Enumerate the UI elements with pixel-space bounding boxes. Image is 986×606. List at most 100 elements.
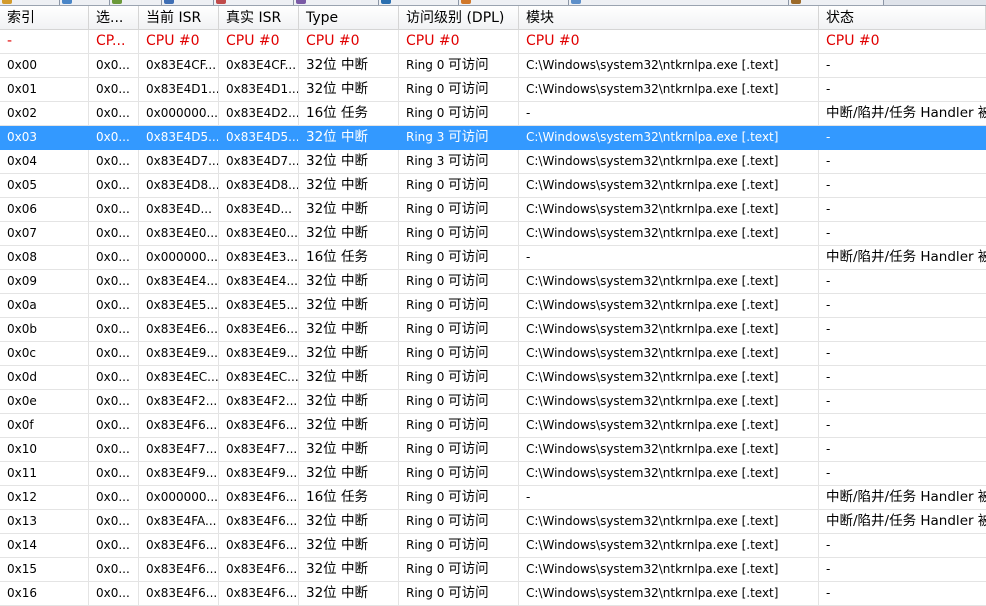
column-header-current-isr[interactable]: 当前 ISR bbox=[139, 6, 219, 29]
ring-level: Ring 0 bbox=[406, 298, 445, 312]
table-row[interactable]: 0x10 0x0... 0x83E4F7... 0x83E4F7... 32位 中断 Ri… bbox=[0, 438, 986, 462]
tab-4[interactable] bbox=[214, 0, 294, 5]
cell-current-isr: 0x83E4D5... bbox=[139, 126, 219, 149]
tab-2[interactable] bbox=[110, 0, 162, 5]
cell-current-isr: 0x83E4D7... bbox=[139, 150, 219, 173]
cell-selector: 0x0... bbox=[89, 222, 139, 245]
cell-current-isr: 0x83E4E0... bbox=[139, 222, 219, 245]
table-row[interactable]: 0x02 0x0... 0x000000... 0x83E4D2... 16位 任务 Ri… bbox=[0, 102, 986, 126]
cell-real-isr: 0x83E4F6... bbox=[219, 510, 299, 533]
column-header-dpl[interactable]: 访问级别 (DPL) bbox=[399, 6, 519, 29]
cell-current-isr: 0x83E4F6... bbox=[139, 414, 219, 437]
access-text: 可访问 bbox=[448, 321, 489, 337]
ring-level: Ring 0 bbox=[406, 202, 445, 216]
cell-real-isr: 0x83E4D7... bbox=[219, 150, 299, 173]
cpu-cell: CPU #0 bbox=[139, 30, 219, 53]
table-row[interactable]: 0x11 0x0... 0x83E4F9... 0x83E4F9... 32位 中断 Ri… bbox=[0, 462, 986, 486]
cell-dpl: Ring 0 可访问 bbox=[399, 246, 519, 269]
table-row[interactable]: 0x12 0x0... 0x000000... 0x83E4F6... 16位 任务 Ri… bbox=[0, 486, 986, 510]
settings-icon bbox=[571, 0, 581, 4]
cpu-cell: CP... bbox=[89, 30, 139, 53]
tab-7[interactable] bbox=[459, 0, 569, 5]
table-row[interactable]: 0x0b 0x0... 0x83E4E6... 0x83E4E6... 32位 中断 Ri… bbox=[0, 318, 986, 342]
cell-type: 32位 中断 bbox=[299, 558, 399, 581]
table-row[interactable]: 0x00 0x0... 0x83E4CF... 0x83E4CF... 32位 中断 Ri… bbox=[0, 54, 986, 78]
access-text: 可访问 bbox=[448, 489, 489, 505]
cell-index: 0x08 bbox=[0, 246, 89, 269]
column-header-module[interactable]: 模块 bbox=[519, 6, 819, 29]
cell-status: - bbox=[826, 274, 831, 288]
cell-selector: 0x0... bbox=[89, 78, 139, 101]
access-text: 可访问 bbox=[448, 225, 489, 241]
ring-level: Ring 0 bbox=[406, 322, 445, 336]
tools-icon bbox=[791, 0, 801, 4]
access-text: 可访问 bbox=[448, 129, 489, 145]
table-row[interactable]: 0x16 0x0... 0x83E4F6... 0x83E4F6... 32位 中断 Ri… bbox=[0, 582, 986, 606]
table-row[interactable]: 0x0c 0x0... 0x83E4E9... 0x83E4E9... 32位 中断 Ri… bbox=[0, 342, 986, 366]
table-row[interactable]: 0x14 0x0... 0x83E4F6... 0x83E4F6... 32位 中断 Ri… bbox=[0, 534, 986, 558]
table-row[interactable]: 0x05 0x0... 0x83E4D8... 0x83E4D8... 32位 中断 Ri… bbox=[0, 174, 986, 198]
cell-type: 32位 中断 bbox=[299, 198, 399, 221]
table-row[interactable]: 0x06 0x0... 0x83E4D... 0x83E4D... 32位 中断 Ring… bbox=[0, 198, 986, 222]
column-header-type[interactable]: Type bbox=[299, 6, 399, 29]
cell-module: C:\Windows\system32\ntkrnlpa.exe [.text] bbox=[519, 198, 819, 221]
access-text: 可访问 bbox=[448, 417, 489, 433]
column-header-index[interactable]: 索引 bbox=[0, 6, 89, 29]
cell-real-isr: 0x83E4E4... bbox=[219, 270, 299, 293]
access-text: 可访问 bbox=[448, 249, 489, 265]
tab-3[interactable] bbox=[162, 0, 214, 5]
table-row[interactable]: 0x04 0x0... 0x83E4D7... 0x83E4D7... 32位 中断 Ri… bbox=[0, 150, 986, 174]
cell-current-isr: 0x83E4E6... bbox=[139, 318, 219, 341]
cell-module: C:\Windows\system32\ntkrnlpa.exe [.text] bbox=[519, 126, 819, 149]
table-row[interactable]: 0x07 0x0... 0x83E4E0... 0x83E4E0... 32位 中断 Ri… bbox=[0, 222, 986, 246]
cell-selector: 0x0... bbox=[89, 318, 139, 341]
table-row[interactable]: 0x09 0x0... 0x83E4E4... 0x83E4E4... 32位 中断 Ri… bbox=[0, 270, 986, 294]
tab-0[interactable] bbox=[0, 0, 60, 5]
cell-selector: 0x0... bbox=[89, 246, 139, 269]
table-row[interactable]: 0x0a 0x0... 0x83E4E5... 0x83E4E5... 32位 中断 Ri… bbox=[0, 294, 986, 318]
table-row[interactable]: 0x15 0x0... 0x83E4F6... 0x83E4F6... 32位 中断 Ri… bbox=[0, 558, 986, 582]
table-row[interactable]: 0x0e 0x0... 0x83E4F2... 0x83E4F2... 32位 中断 Ri… bbox=[0, 390, 986, 414]
cell-type: 32位 中断 bbox=[299, 342, 399, 365]
cpu-cell: CPU #0 bbox=[826, 33, 880, 49]
cell-dpl: Ring 0 可访问 bbox=[399, 462, 519, 485]
ring-level: Ring 3 bbox=[406, 154, 445, 168]
column-header-selector[interactable]: 选... bbox=[89, 6, 139, 29]
table-row[interactable]: 0x13 0x0... 0x83E4FA... 0x83E4F6... 32位 中断 Ri… bbox=[0, 510, 986, 534]
cell-status: - bbox=[826, 202, 831, 216]
cell-index: 0x0e bbox=[0, 390, 89, 413]
cell-dpl: Ring 0 可访问 bbox=[399, 366, 519, 389]
cpu-group-row[interactable]: - CP... CPU #0 CPU #0 CPU #0 CPU #0 CPU … bbox=[0, 30, 986, 54]
column-header-real-isr[interactable]: 真实 ISR bbox=[219, 6, 299, 29]
tab-5[interactable] bbox=[294, 0, 379, 5]
cell-current-isr: 0x000000... bbox=[139, 486, 219, 509]
cell-type: 32位 中断 bbox=[299, 366, 399, 389]
cell-dpl: Ring 0 可访问 bbox=[399, 270, 519, 293]
tab-1[interactable] bbox=[60, 0, 110, 5]
cell-type: 32位 中断 bbox=[299, 462, 399, 485]
tab-9[interactable] bbox=[789, 0, 884, 5]
table-row[interactable]: 0x0d 0x0... 0x83E4EC... 0x83E4EC... 32位 中断 Ri… bbox=[0, 366, 986, 390]
cell-real-isr: 0x83E4F7... bbox=[219, 438, 299, 461]
column-header-status[interactable]: 状态 bbox=[819, 6, 986, 29]
tab-6[interactable] bbox=[379, 0, 459, 5]
cell-real-isr: 0x83E4E9... bbox=[219, 342, 299, 365]
tab-8[interactable] bbox=[569, 0, 789, 5]
ring-level: Ring 0 bbox=[406, 106, 445, 120]
cell-current-isr: 0x000000... bbox=[139, 102, 219, 125]
cell-index: 0x07 bbox=[0, 222, 89, 245]
cell-selector: 0x0... bbox=[89, 174, 139, 197]
table-row[interactable]: 0x03 0x0... 0x83E4D5... 0x83E4D5... 32位 中断 Ri… bbox=[0, 126, 986, 150]
cell-dpl: Ring 3 可访问 bbox=[399, 126, 519, 149]
cell-module: C:\Windows\system32\ntkrnlpa.exe [.text] bbox=[519, 342, 819, 365]
cell-module: C:\Windows\system32\ntkrnlpa.exe [.text] bbox=[519, 534, 819, 557]
table-row[interactable]: 0x08 0x0... 0x000000... 0x83E4E3... 16位 任务 Ri… bbox=[0, 246, 986, 270]
table-row[interactable]: 0x01 0x0... 0x83E4D1... 0x83E4D1... 32位 中断 Ri… bbox=[0, 78, 986, 102]
cell-selector: 0x0... bbox=[89, 510, 139, 533]
cell-status: - bbox=[826, 226, 831, 240]
table-row[interactable]: 0x0f 0x0... 0x83E4F6... 0x83E4F6... 32位 中断 Ri… bbox=[0, 414, 986, 438]
cell-type: 16位 任务 bbox=[299, 102, 399, 125]
cell-selector: 0x0... bbox=[89, 294, 139, 317]
cell-index: 0x01 bbox=[0, 78, 89, 101]
cell-type: 32位 中断 bbox=[299, 414, 399, 437]
